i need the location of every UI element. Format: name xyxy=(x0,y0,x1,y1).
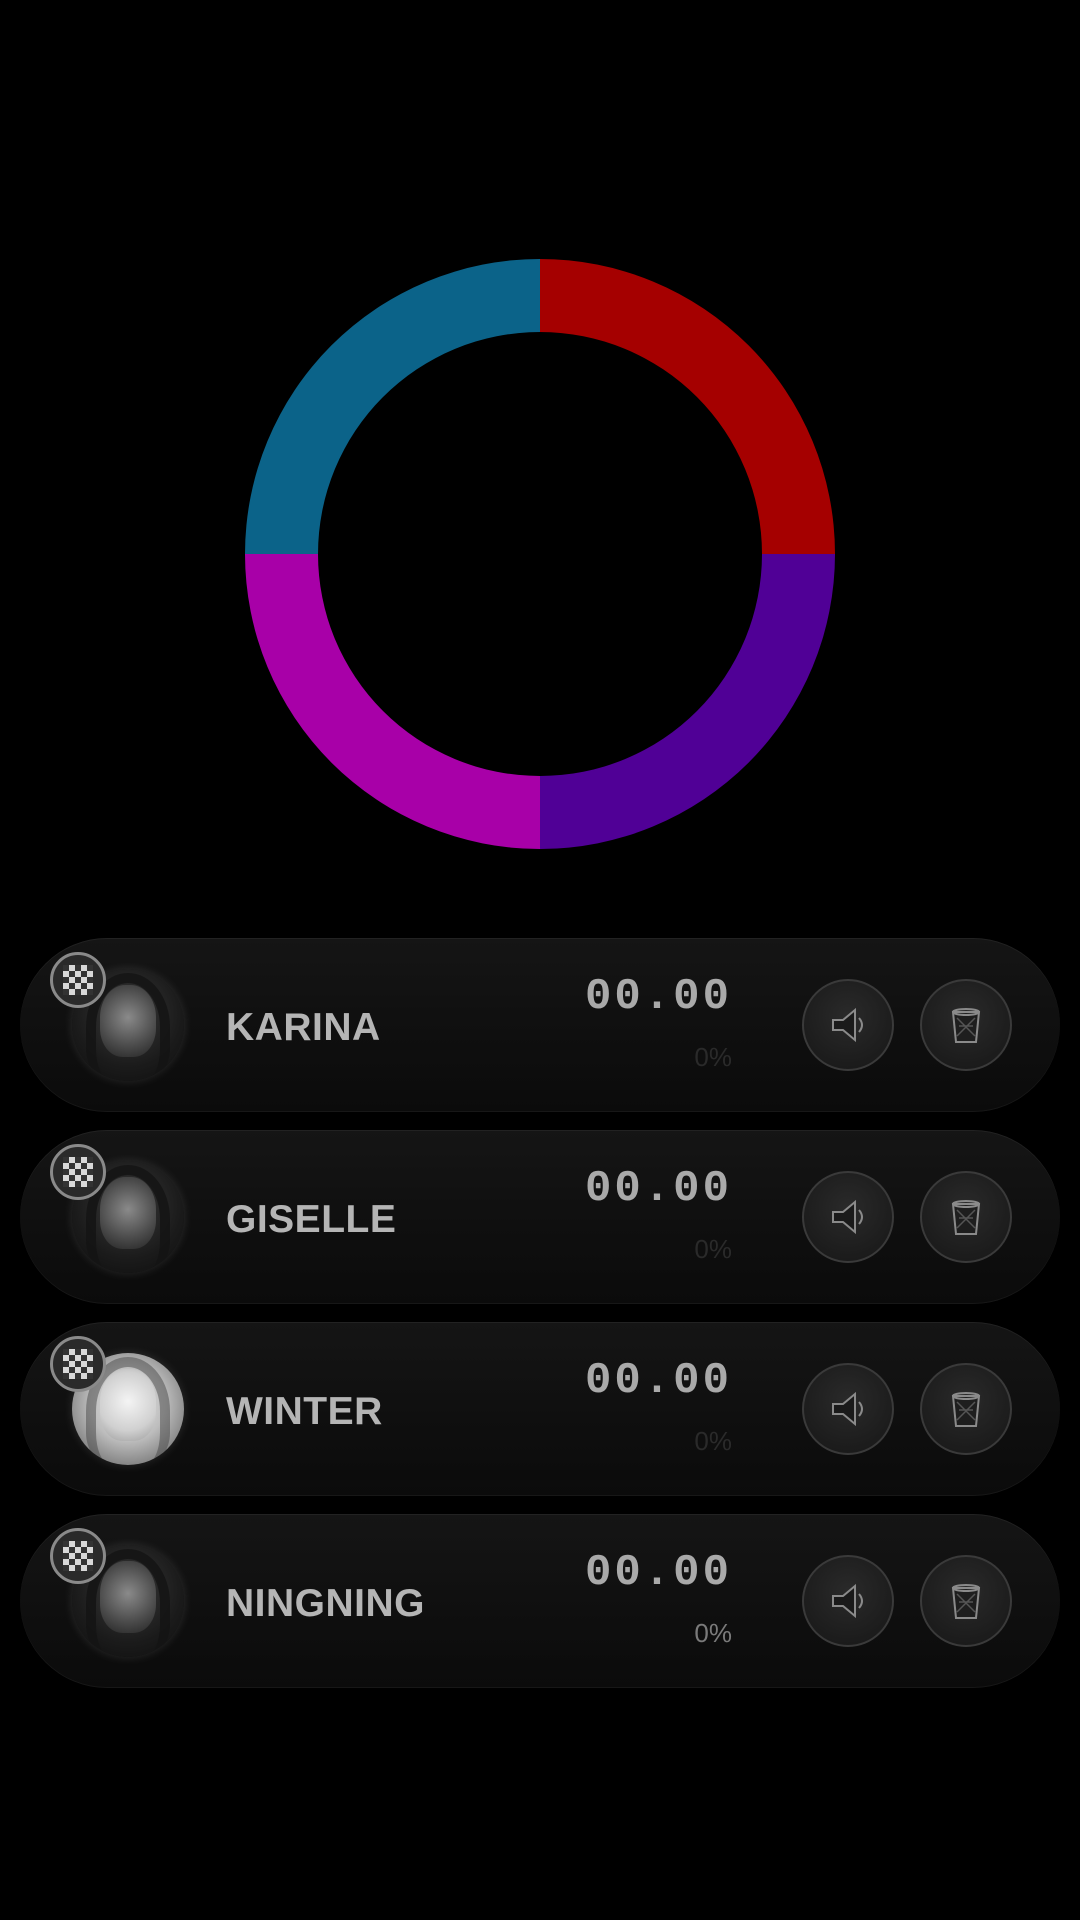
checker-badge-icon[interactable] xyxy=(50,1336,106,1392)
checker-pattern xyxy=(63,1157,93,1187)
ring-segment-top-right[interactable] xyxy=(540,259,835,554)
checker-badge-icon[interactable] xyxy=(50,1528,106,1584)
checker-badge-icon[interactable] xyxy=(50,952,106,1008)
member-time: 00.00 xyxy=(584,1548,732,1598)
ring-segment-top-left[interactable] xyxy=(245,259,540,554)
member-name: KARINA xyxy=(226,1006,381,1049)
member-percent: 0% xyxy=(694,1234,732,1264)
trash-button[interactable] xyxy=(920,1171,1012,1263)
checker-pattern xyxy=(63,1541,93,1571)
member-card-ningning[interactable]: NINGNING 00.00 0% xyxy=(20,1514,1060,1688)
checker-pattern xyxy=(63,1349,93,1379)
speaker-button[interactable] xyxy=(802,1171,894,1263)
speaker-icon xyxy=(832,1583,863,1619)
ring-segment-bottom-right[interactable] xyxy=(540,554,835,849)
trash-icon xyxy=(951,1200,981,1235)
color-ring xyxy=(0,0,1080,880)
trash-icon xyxy=(951,1392,981,1427)
member-card-giselle[interactable]: GISELLE 00.00 0% xyxy=(20,1130,1060,1304)
speaker-button[interactable] xyxy=(802,1363,894,1455)
screen: KARINA 00.00 0% GISELLE 00.00 0% WINTER … xyxy=(0,0,1080,1920)
speaker-icon xyxy=(832,1391,863,1427)
member-card-karina[interactable]: KARINA 00.00 0% xyxy=(20,938,1060,1112)
trash-icon xyxy=(951,1008,981,1043)
member-name: GISELLE xyxy=(226,1198,397,1241)
member-time: 00.00 xyxy=(584,972,732,1022)
trash-icon xyxy=(951,1584,981,1619)
ring-segment-bottom-left[interactable] xyxy=(245,554,540,849)
member-name: NINGNING xyxy=(226,1582,425,1625)
member-percent: 0% xyxy=(694,1618,732,1648)
member-percent: 0% xyxy=(694,1042,732,1072)
member-name: WINTER xyxy=(226,1390,383,1433)
member-percent: 0% xyxy=(694,1426,732,1456)
member-list: KARINA 00.00 0% GISELLE 00.00 0% WINTER … xyxy=(20,938,1060,1706)
speaker-icon xyxy=(832,1199,863,1235)
trash-button[interactable] xyxy=(920,1363,1012,1455)
trash-button[interactable] xyxy=(920,979,1012,1071)
member-time: 00.00 xyxy=(584,1356,732,1406)
member-time: 00.00 xyxy=(584,1164,732,1214)
checker-badge-icon[interactable] xyxy=(50,1144,106,1200)
speaker-button[interactable] xyxy=(802,979,894,1071)
trash-button[interactable] xyxy=(920,1555,1012,1647)
member-card-winter[interactable]: WINTER 00.00 0% xyxy=(20,1322,1060,1496)
color-ring-svg xyxy=(245,259,835,849)
speaker-icon xyxy=(832,1007,863,1043)
speaker-button[interactable] xyxy=(802,1555,894,1647)
checker-pattern xyxy=(63,965,93,995)
